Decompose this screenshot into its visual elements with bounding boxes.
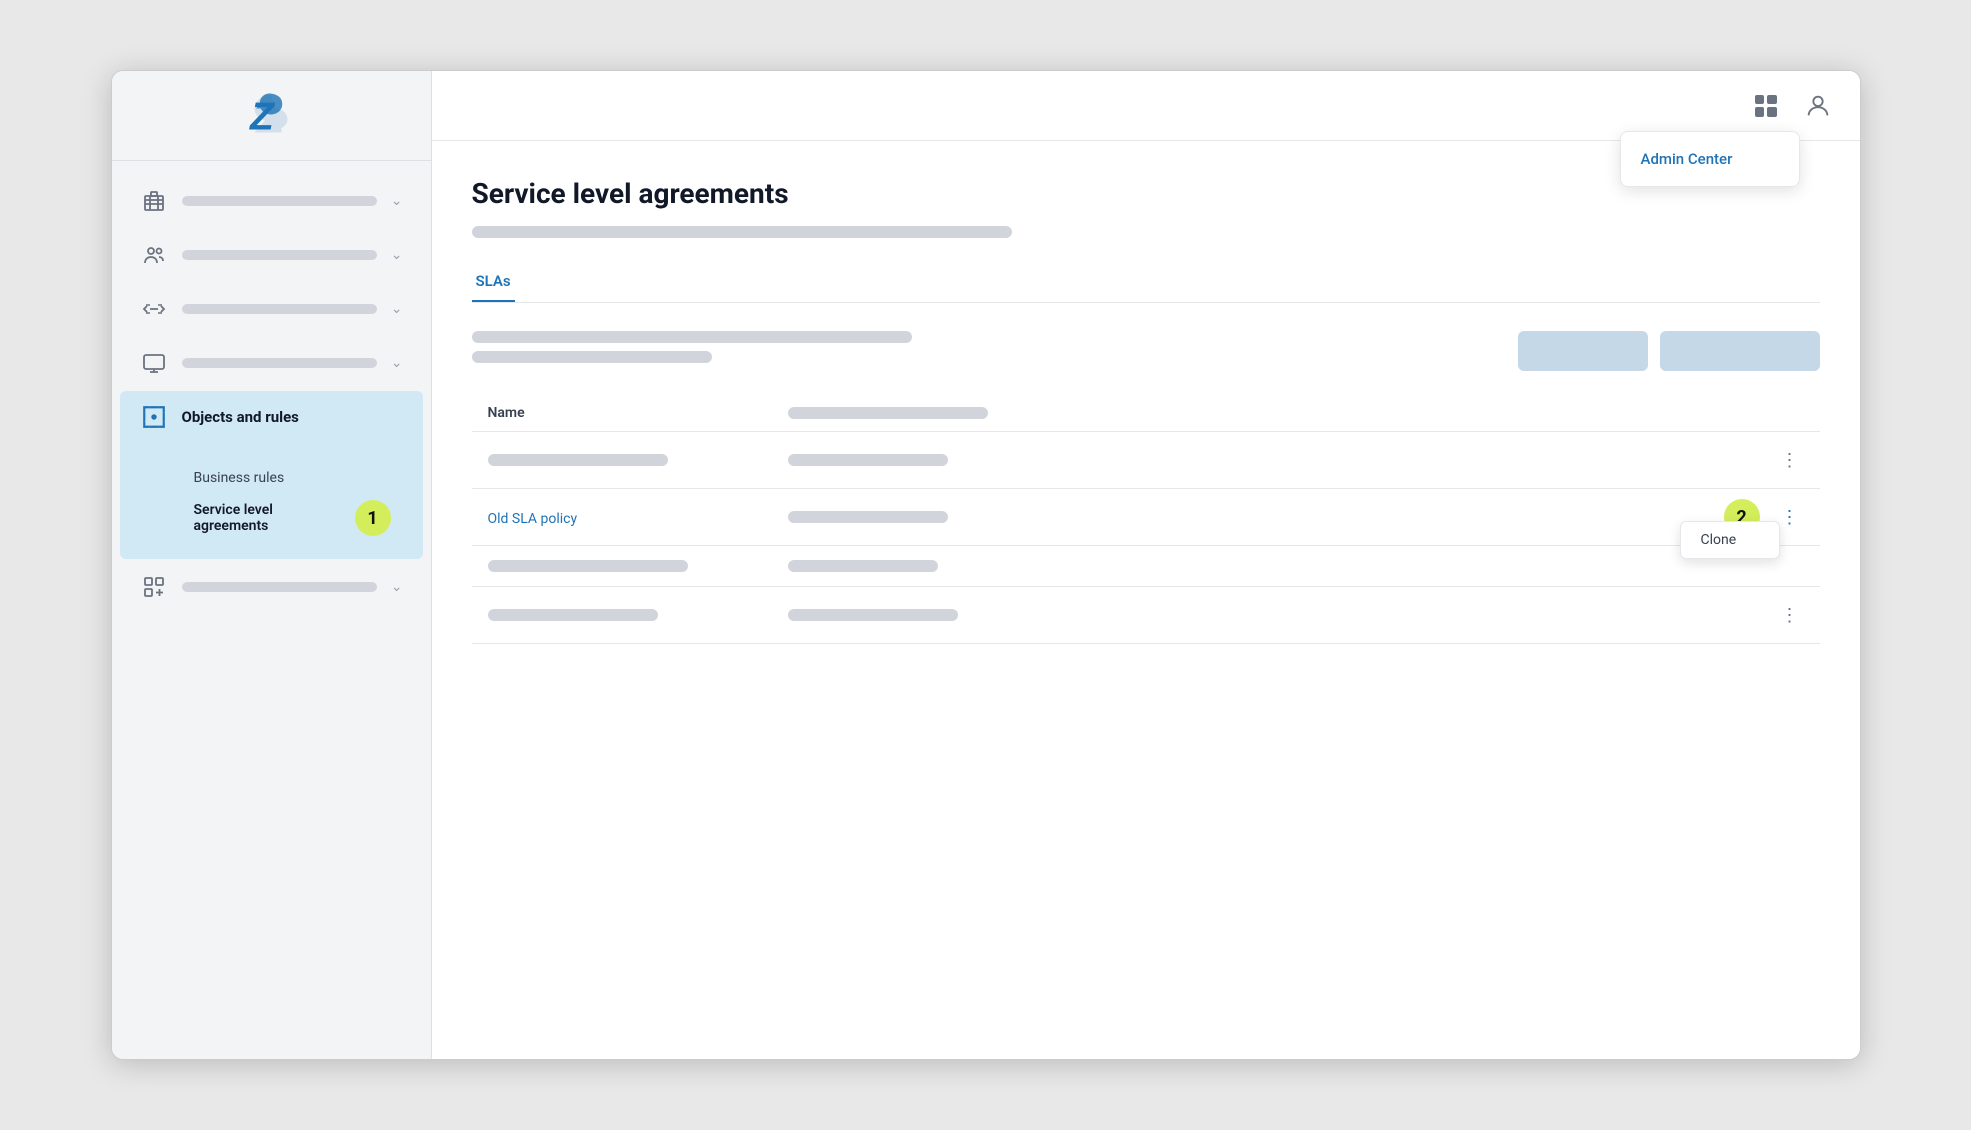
arrows-icon <box>140 295 168 323</box>
monitor-icon <box>140 349 168 377</box>
row3-val-cell <box>788 560 1756 572</box>
grid-apps-button[interactable] <box>1748 88 1784 124</box>
content-area: Service level agreements SLAs <box>432 141 1860 1059</box>
sidebar-subitem-sla[interactable]: Service level agreements 1 <box>182 493 403 543</box>
description-skeleton <box>472 226 1012 238</box>
col-val-skeleton <box>788 407 1756 419</box>
nav-users-label-bar <box>182 250 377 260</box>
nav-sub-objects-rules: Business rules Service level agreements … <box>140 459 403 547</box>
topbar: Admin Center <box>432 71 1860 141</box>
table-row: ⋮ <box>472 587 1820 644</box>
row4-more-button[interactable]: ⋮ <box>1776 601 1804 629</box>
user-icon <box>1804 92 1832 120</box>
col-name-label: Name <box>488 405 768 421</box>
row1-val-cell <box>788 454 1756 466</box>
row2-val-skeleton <box>788 511 948 523</box>
sidebar: Z ⌄ <box>112 71 432 1059</box>
clone-menu-item[interactable]: Clone <box>1681 522 1779 558</box>
sla-header <box>472 331 1820 371</box>
sidebar-item-users[interactable]: ⌄ <box>120 229 423 281</box>
app-frame: Z ⌄ <box>111 70 1861 1060</box>
row2-more-button[interactable]: ⋮ <box>1776 503 1804 531</box>
nav-channels-chevron: ⌄ <box>391 301 403 317</box>
sla-label: Service level agreements <box>194 502 347 534</box>
nav-home-chevron: ⌄ <box>391 193 403 209</box>
row4-val-skeleton <box>788 609 958 621</box>
apps-grid-icon <box>140 573 168 601</box>
user-profile-button[interactable] <box>1800 88 1836 124</box>
row2-val-cell <box>788 511 1756 523</box>
sidebar-item-home[interactable]: ⌄ <box>120 175 423 227</box>
nav-apps-chevron: ⌄ <box>391 579 403 595</box>
row4-name-cell <box>488 609 768 621</box>
users-icon <box>140 241 168 269</box>
tabs: SLAs <box>472 262 1820 303</box>
sla-btn1-skeleton[interactable] <box>1518 331 1648 371</box>
sla-desc-line2 <box>472 351 712 363</box>
sidebar-logo: Z <box>112 71 431 161</box>
table-header: Name <box>472 395 1820 432</box>
sidebar-item-apps[interactable]: ⌄ <box>120 561 423 613</box>
sla-desc-line1 <box>472 331 912 343</box>
sla-buttons <box>1518 331 1820 371</box>
sidebar-item-workspace[interactable]: ⌄ <box>120 337 423 389</box>
row2-name-cell: Old SLA policy <box>488 508 768 527</box>
nav-users-chevron: ⌄ <box>391 247 403 263</box>
sidebar-item-objects-rules[interactable]: Objects and rules Business rules Service… <box>120 391 423 559</box>
table-row: Old SLA policy ⋮ 2 Clone <box>472 489 1820 546</box>
svg-text:Z: Z <box>249 95 276 138</box>
row1-name-cell <box>488 454 768 466</box>
tab-slas[interactable]: SLAs <box>472 262 515 302</box>
page-title: Service level agreements <box>472 177 1820 210</box>
sidebar-item-channels[interactable]: ⌄ <box>120 283 423 335</box>
objects-rules-icon <box>140 403 168 431</box>
nav-workspace-chevron: ⌄ <box>391 355 403 371</box>
nav-channels-label-bar <box>182 304 377 314</box>
table-row <box>472 546 1820 587</box>
col-val-header-skeleton <box>788 407 988 419</box>
sla-table: Name ⋮ <box>472 395 1820 644</box>
admin-center-dropdown: Admin Center <box>1620 131 1800 187</box>
nav-apps-label-bar <box>182 582 377 592</box>
row1-val-skeleton <box>788 454 948 466</box>
sla-btn2-skeleton[interactable] <box>1660 331 1820 371</box>
row4-val-cell <box>788 609 1756 621</box>
admin-center-link[interactable]: Admin Center <box>1621 140 1799 178</box>
nav-workspace-label-bar <box>182 358 377 368</box>
row3-val-skeleton <box>788 560 938 572</box>
sidebar-subitem-business-rules[interactable]: Business rules <box>182 463 403 493</box>
row1-more-button[interactable]: ⋮ <box>1776 446 1804 474</box>
row4-name-skeleton <box>488 609 658 621</box>
row1-name-skeleton <box>488 454 668 466</box>
context-menu: Clone <box>1680 521 1780 559</box>
nav-home-label-bar <box>182 196 377 206</box>
sidebar-nav: ⌄ ⌄ <box>112 161 431 1059</box>
sidebar-item-objects-rules-label: Objects and rules <box>182 408 299 426</box>
step1-badge: 1 <box>355 500 391 536</box>
grid-apps-icon <box>1755 95 1777 117</box>
sla-description <box>472 331 1498 363</box>
row3-name-cell <box>488 560 768 572</box>
table-row: ⋮ <box>472 432 1820 489</box>
zendesk-logo-icon: Z <box>241 86 301 146</box>
row3-name-skeleton <box>488 560 688 572</box>
old-sla-policy-link[interactable]: Old SLA policy <box>488 511 578 527</box>
main-content: Admin Center Service level agreements SL… <box>432 71 1860 1059</box>
building-icon <box>140 187 168 215</box>
